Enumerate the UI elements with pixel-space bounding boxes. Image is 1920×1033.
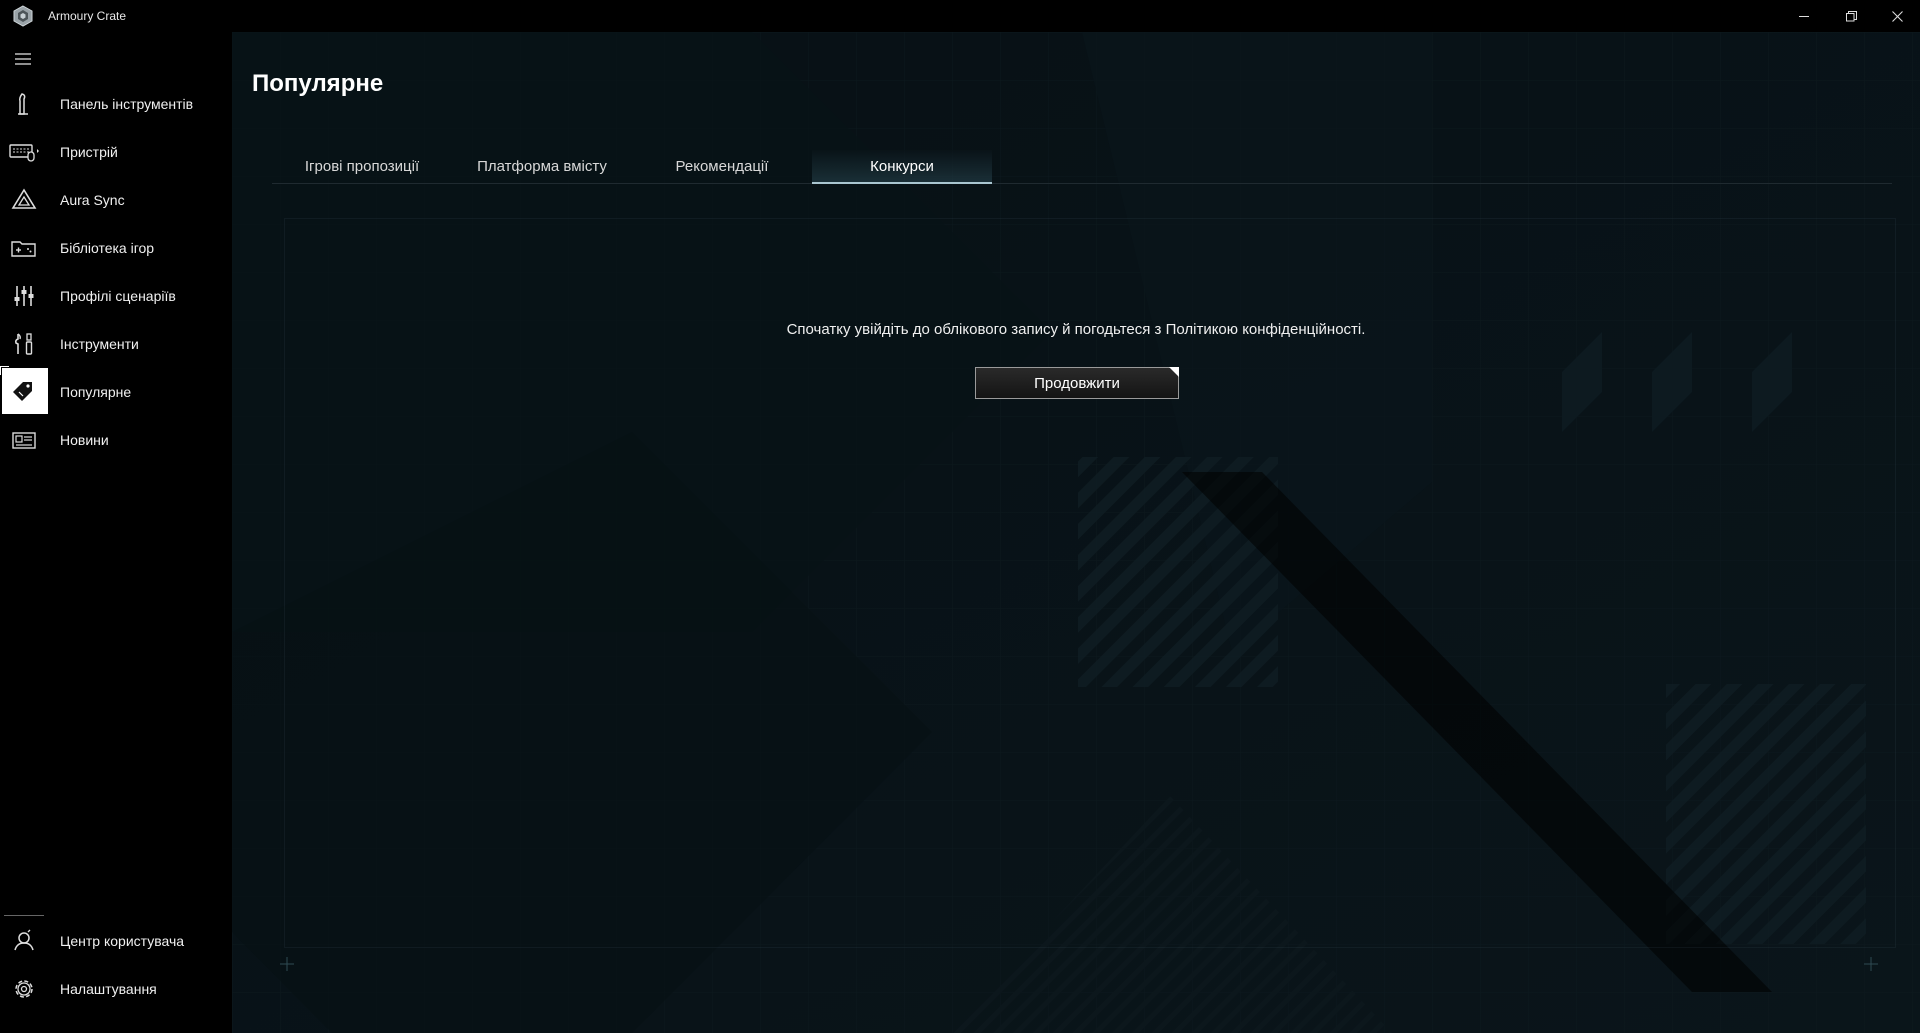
armoury-crate-window: Armoury Crate Панель інструментів Пристр… (0, 0, 1920, 1033)
sidebar-item-label: Пристрій (60, 144, 118, 160)
sidebar-item-tools[interactable]: Інструменти (0, 320, 232, 368)
frame-corner-mark (1864, 957, 1878, 971)
sidebar-item-label: Профілі сценаріїв (60, 288, 176, 304)
title-bar: Armoury Crate (0, 0, 1920, 32)
sidebar: Панель інструментів Пристрій Aura Sync Б… (0, 32, 232, 1033)
tab-recommendations[interactable]: Рекомендації (632, 150, 812, 183)
news-icon (8, 424, 40, 456)
restore-button[interactable] (1828, 0, 1874, 32)
game-library-icon (8, 232, 40, 264)
scenario-profiles-icon (8, 280, 40, 312)
close-icon (1891, 10, 1903, 22)
sidebar-item-dashboard[interactable]: Панель інструментів (0, 80, 232, 128)
sidebar-item-user-center[interactable]: Центр користувача (0, 917, 232, 965)
tools-icon (8, 328, 40, 360)
sidebar-item-label: Центр користувача (60, 933, 185, 949)
sidebar-item-news[interactable]: Новини (0, 416, 232, 464)
sidebar-item-label: Aura Sync (60, 192, 125, 208)
hamburger-menu-icon[interactable] (12, 48, 34, 70)
aura-sync-icon (8, 184, 40, 216)
page-title: Популярне (252, 70, 384, 97)
sidebar-item-label: Новини (60, 432, 109, 448)
tab-bar: Ігрові пропозиції Платформа вмісту Реком… (272, 150, 1892, 184)
sidebar-item-label: Панель інструментів (60, 96, 194, 112)
continue-button[interactable]: Продовжити (975, 367, 1179, 399)
sidebar-item-label: Популярне (60, 384, 132, 400)
login-message: Спочатку увійдіть до облікового запису й… (786, 321, 1366, 338)
restore-icon (1845, 10, 1857, 22)
main-content: Популярне Ігрові пропозиції Платформа вм… (232, 32, 1920, 1033)
sidebar-item-label: Бібліотека ігор (60, 240, 155, 256)
tab-game-deals[interactable]: Ігрові пропозиції (272, 150, 452, 183)
minimize-button[interactable] (1781, 0, 1827, 32)
dashboard-icon (8, 88, 40, 120)
sidebar-item-settings[interactable]: Налаштування (0, 965, 232, 1013)
frame-corner-mark (280, 957, 294, 971)
settings-gear-icon (8, 973, 40, 1005)
asus-logo-icon (12, 5, 34, 27)
continue-button-label: Продовжити (1034, 374, 1120, 392)
sidebar-item-game-library[interactable]: Бібліотека ігор (0, 224, 232, 272)
sidebar-item-label: Інструменти (60, 336, 139, 352)
tab-contests[interactable]: Конкурси (812, 150, 992, 184)
sidebar-item-label: Налаштування (60, 981, 157, 997)
tab-content-platform[interactable]: Платформа вмісту (452, 150, 632, 183)
sidebar-item-aura-sync[interactable]: Aura Sync (0, 176, 232, 224)
button-corner-accent (1169, 367, 1179, 377)
minimize-icon (1798, 11, 1810, 22)
keyboard-device-icon (8, 136, 40, 168)
app-title: Armoury Crate (48, 9, 127, 23)
close-button[interactable] (1874, 0, 1920, 32)
user-center-icon (8, 925, 40, 957)
sidebar-item-popular[interactable]: Популярне (0, 366, 232, 416)
sidebar-item-scenario-profiles[interactable]: Профілі сценаріїв (0, 272, 232, 320)
sidebar-divider (4, 915, 44, 916)
sidebar-item-device[interactable]: Пристрій (0, 128, 232, 176)
tag-icon (8, 376, 40, 408)
